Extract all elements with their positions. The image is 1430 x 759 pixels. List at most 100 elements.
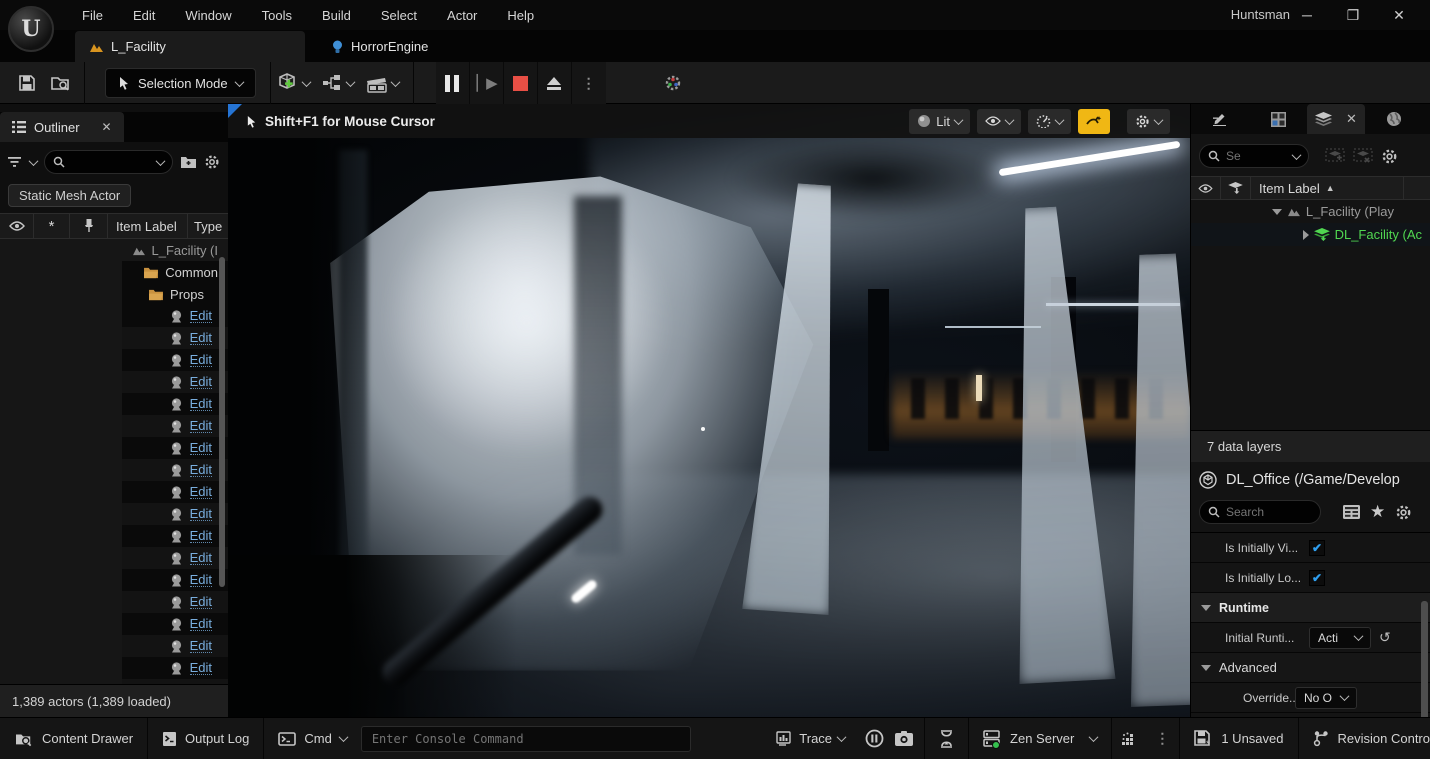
edit-link[interactable]: Edit — [190, 529, 212, 543]
data-layers-search-input[interactable] — [1226, 149, 1287, 163]
edit-link[interactable]: Edit — [190, 397, 212, 411]
menu-help[interactable]: Help — [495, 4, 546, 27]
frame-step-button[interactable]: ▏▶ — [470, 62, 504, 104]
edit-link[interactable]: Edit — [190, 331, 212, 345]
show-flags-dropdown[interactable] — [977, 109, 1021, 134]
filter-badge[interactable]: Static Mesh Actor — [8, 184, 131, 207]
unreal-logo-icon[interactable]: U — [8, 6, 54, 52]
chevron-down-icon[interactable] — [29, 156, 39, 166]
platforms-button[interactable] — [656, 66, 690, 100]
unsaved-button[interactable]: * 1 Unsaved — [1180, 718, 1297, 759]
category-advanced[interactable]: Advanced — [1191, 653, 1430, 683]
expand-arrow-icon[interactable] — [1272, 209, 1282, 215]
edit-link[interactable]: Edit — [190, 353, 212, 367]
edit-link[interactable]: Edit — [190, 375, 212, 389]
edit-row[interactable]: Edit — [0, 481, 228, 503]
edit-row[interactable]: Edit — [0, 679, 228, 684]
menu-tools[interactable]: Tools — [250, 4, 304, 27]
edit-link[interactable]: Edit — [190, 419, 212, 433]
star-column-header[interactable]: * — [34, 214, 70, 238]
chevron-down-icon[interactable] — [156, 156, 166, 166]
streaming-number-field[interactable]: 0 — [1295, 717, 1343, 718]
viewport-settings-dropdown[interactable] — [1127, 109, 1170, 134]
eject-button[interactable] — [538, 62, 572, 104]
menu-build[interactable]: Build — [310, 4, 363, 27]
tree-row-props[interactable]: Props — [0, 283, 228, 305]
visibility-column-header[interactable] — [0, 214, 34, 238]
close-icon[interactable]: ✕ — [102, 120, 112, 134]
checkbox-checked[interactable]: ✔ — [1309, 570, 1325, 586]
selection-mode-dropdown[interactable]: Selection Mode — [105, 68, 256, 98]
details-scrollbar[interactable] — [1421, 601, 1428, 717]
edit-row[interactable]: Edit — [0, 503, 228, 525]
checkbox-checked[interactable]: ✔ — [1309, 540, 1325, 556]
zen-server-dropdown[interactable]: Zen Server — [969, 718, 1111, 759]
edit-row[interactable]: Edit — [0, 613, 228, 635]
profiler-button[interactable] — [859, 718, 890, 759]
outliner-search[interactable] — [44, 150, 173, 174]
visibility-column-header[interactable] — [1191, 177, 1221, 199]
edit-link[interactable]: Edit — [190, 551, 212, 565]
close-button[interactable]: ✕ — [1376, 0, 1422, 30]
add-actor-button[interactable] — [277, 66, 311, 100]
data-layers-search[interactable] — [1199, 144, 1309, 168]
close-icon[interactable]: ✕ — [1346, 111, 1357, 127]
minimize-button[interactable]: ─ — [1284, 0, 1330, 30]
chevron-down-icon[interactable] — [1292, 150, 1302, 160]
tab-levels[interactable] — [1249, 104, 1307, 134]
more-options-button[interactable]: ⋮ — [1145, 718, 1179, 759]
outliner-scrollbar[interactable] — [219, 257, 225, 587]
edit-link[interactable]: Edit — [190, 661, 212, 675]
edit-row[interactable]: Edit — [0, 591, 228, 613]
menu-file[interactable]: File — [70, 4, 115, 27]
expand-arrow-icon[interactable] — [1303, 230, 1309, 240]
edit-link[interactable]: Edit — [190, 309, 212, 323]
edit-row[interactable]: Edit — [0, 635, 228, 657]
gear-icon[interactable] — [204, 154, 220, 170]
edit-link[interactable]: Edit — [190, 617, 212, 631]
type-column-header[interactable]: Type — [188, 214, 228, 238]
restore-button[interactable]: ❐ — [1330, 0, 1376, 30]
pause-button[interactable] — [436, 62, 470, 104]
remove-data-layer-icon[interactable] — [1353, 148, 1373, 164]
tree-row-common[interactable]: Common — [0, 261, 228, 283]
tab-details[interactable] — [1191, 104, 1249, 134]
output-log-button[interactable]: Output Log — [148, 718, 263, 759]
edit-link[interactable]: Edit — [190, 441, 212, 455]
edit-row[interactable]: Edit — [0, 415, 228, 437]
console-command-field[interactable] — [361, 726, 691, 752]
trace-dropdown[interactable]: Trace — [762, 718, 859, 759]
cmd-dropdown[interactable]: Cmd — [264, 718, 360, 759]
edit-row[interactable]: Edit — [0, 657, 228, 679]
tab-data-layers[interactable]: ✕ — [1307, 104, 1365, 134]
new-folder-icon[interactable] — [180, 155, 197, 169]
category-runtime[interactable]: Runtime — [1191, 593, 1430, 623]
filter-icon[interactable] — [8, 156, 23, 168]
edit-row[interactable]: Edit — [0, 525, 228, 547]
edit-row[interactable]: Edit — [0, 327, 228, 349]
revision-control-button[interactable]: Revision Contro — [1299, 718, 1430, 759]
edit-link[interactable]: Edit — [190, 683, 212, 684]
menu-edit[interactable]: Edit — [121, 4, 167, 27]
screenshot-button[interactable] — [890, 718, 924, 759]
tab-world-settings[interactable] — [1365, 104, 1423, 134]
edit-row[interactable]: Edit — [0, 371, 228, 393]
details-search[interactable] — [1199, 500, 1321, 524]
menu-actor[interactable]: Actor — [435, 4, 489, 27]
derived-data-button[interactable] — [1112, 718, 1145, 759]
edit-row[interactable]: Edit — [0, 569, 228, 591]
blueprints-button[interactable] — [321, 66, 355, 100]
edit-link[interactable]: Edit — [190, 463, 212, 477]
edit-row[interactable]: Edit — [0, 459, 228, 481]
gear-icon[interactable] — [1395, 504, 1412, 521]
reset-to-default-icon[interactable]: ↺ — [1379, 629, 1391, 646]
idle-status-button[interactable] — [925, 718, 968, 759]
gear-icon[interactable] — [1381, 148, 1398, 165]
import-button[interactable] — [44, 66, 78, 100]
console-command-input[interactable] — [372, 732, 680, 746]
pin-column-header[interactable] — [70, 214, 108, 238]
tab-horror-engine[interactable]: HorrorEngine — [317, 31, 442, 62]
details-search-input[interactable] — [1226, 505, 1312, 519]
add-data-layer-icon[interactable] — [1325, 148, 1345, 164]
performance-dropdown[interactable] — [1028, 109, 1071, 134]
